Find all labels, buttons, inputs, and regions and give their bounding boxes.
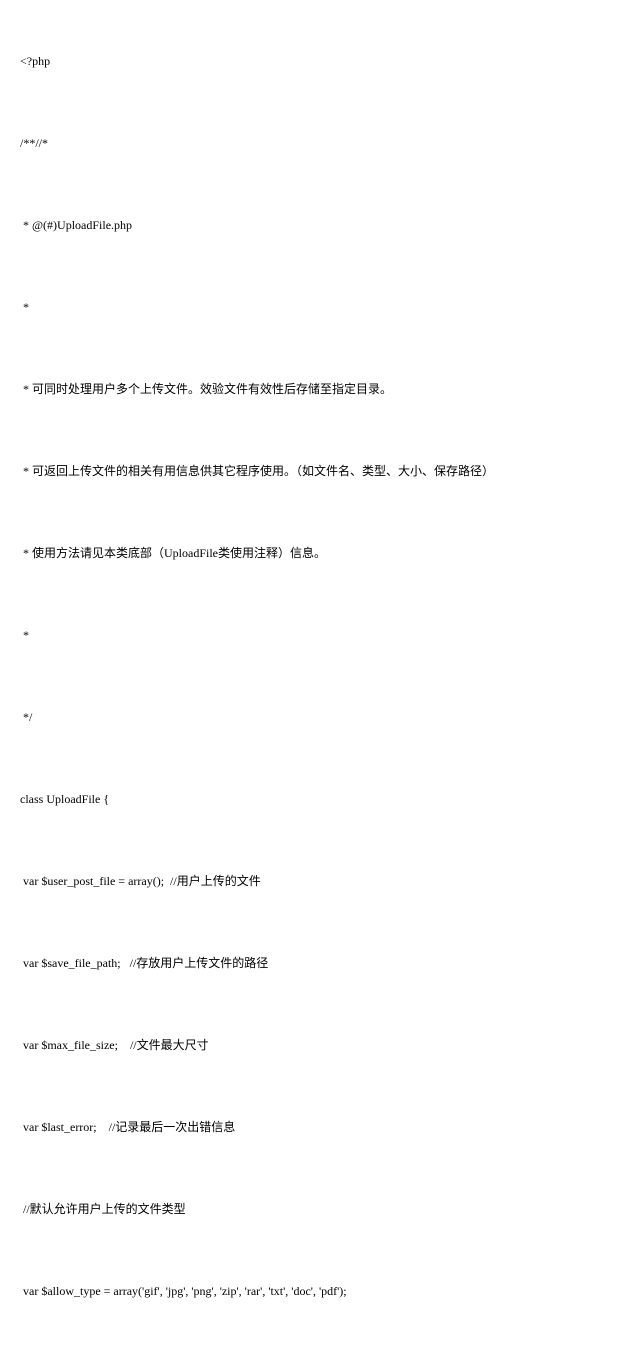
code-line: var $max_file_size; //文件最大尺寸	[20, 1036, 607, 1054]
code-line: /**//*	[20, 134, 607, 152]
code-line: //默认允许用户上传的文件类型	[20, 1200, 607, 1218]
code-line: var $user_post_file = array(); //用户上传的文件	[20, 872, 607, 890]
code-line: class UploadFile {	[20, 790, 607, 808]
code-line: * 可同时处理用户多个上传文件。效验文件有效性后存储至指定目录。	[20, 380, 607, 398]
code-line: var $allow_type = array('gif', 'jpg', 'p…	[20, 1282, 607, 1300]
code-line: <?php	[20, 52, 607, 70]
code-line: * 使用方法请见本类底部（UploadFile类使用注释）信息。	[20, 544, 607, 562]
code-line: *	[20, 626, 607, 644]
code-line: * @(#)UploadFile.php	[20, 216, 607, 234]
code-line: var $last_error; //记录最后一次出错信息	[20, 1118, 607, 1136]
code-line: var $save_file_path; //存放用户上传文件的路径	[20, 954, 607, 972]
php-source-code: <?php /**//* * @(#)UploadFile.php * * 可同…	[20, 16, 607, 1346]
code-line: *	[20, 298, 607, 316]
code-line: * 可返回上传文件的相关有用信息供其它程序使用。（如文件名、类型、大小、保存路径…	[20, 462, 607, 480]
code-line: */	[20, 708, 607, 726]
